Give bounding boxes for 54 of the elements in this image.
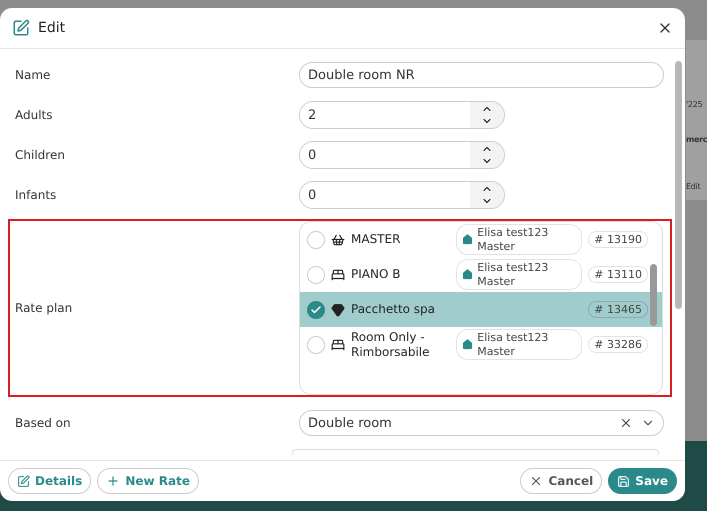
option-name: MASTER — [351, 232, 402, 247]
field-label: Based on — [15, 416, 72, 430]
footer-button[interactable]: Details — [8, 468, 92, 494]
number-field[interactable]: 0 — [299, 181, 505, 209]
option-name: Room Only - Rimborsabile — [351, 330, 431, 360]
house-icon — [462, 339, 474, 350]
radio-icon[interactable] — [307, 230, 325, 248]
cancel-button[interactable]: Cancel — [520, 468, 602, 494]
code-tag: # 33286 — [588, 336, 648, 354]
property-tag: Elisa test123 Master — [456, 329, 582, 360]
property-tag: Elisa test123 Master — [456, 259, 582, 290]
background-text: merc — [686, 135, 707, 144]
field-label: Rate plan — [15, 301, 74, 315]
code-tag: # 13110 — [588, 266, 648, 284]
radio-icon[interactable] — [307, 266, 325, 284]
radio-icon[interactable] — [307, 300, 325, 318]
gem-icon — [331, 302, 345, 316]
basket-icon — [331, 232, 345, 246]
background-text: '225 — [686, 100, 702, 109]
rate-plan-option[interactable]: MASTER Elisa test123 Master # 13190 — [300, 222, 662, 257]
number-field[interactable]: 2 — [299, 101, 505, 129]
number-field[interactable]: 0 — [299, 141, 505, 169]
clear-icon — [619, 416, 633, 430]
field-label: Adults — [15, 108, 54, 122]
field-label: Children — [15, 148, 66, 162]
option-name: PIANO B — [351, 267, 402, 282]
plus-icon — [106, 474, 120, 488]
save-button[interactable]: Save — [608, 468, 677, 494]
edit-icon — [17, 474, 30, 488]
scrollbar[interactable] — [675, 61, 682, 309]
house-icon — [462, 234, 474, 245]
rate-plan-option[interactable]: Pacchetto spa # 13465 — [300, 292, 662, 327]
spinner-icon[interactable] — [470, 182, 504, 208]
save-icon — [617, 474, 630, 488]
field-label: Name — [15, 68, 52, 82]
code-tag: # 13190 — [588, 230, 648, 248]
bed-icon — [331, 338, 345, 352]
background-text: Edit — [686, 182, 700, 191]
option-name: Pacchetto spa — [351, 302, 436, 317]
spinner-icon[interactable] — [470, 102, 504, 128]
select-field[interactable]: Double room — [299, 410, 664, 436]
input-field[interactable]: Double room NR — [299, 62, 664, 88]
spinner-icon[interactable] — [470, 142, 504, 168]
dialog-title: Edit — [38, 20, 66, 36]
code-tag: # 13465 — [588, 300, 648, 318]
footer-button[interactable]: New Rate — [97, 468, 199, 494]
input-field[interactable] — [292, 449, 659, 456]
field-label: Infants — [15, 188, 58, 202]
edit-icon — [12, 19, 30, 37]
radio-icon[interactable] — [307, 336, 325, 354]
scrollbar[interactable] — [650, 264, 657, 326]
property-tag: Elisa test123 Master — [456, 224, 582, 255]
bed-icon — [331, 268, 345, 282]
house-icon — [462, 269, 474, 280]
